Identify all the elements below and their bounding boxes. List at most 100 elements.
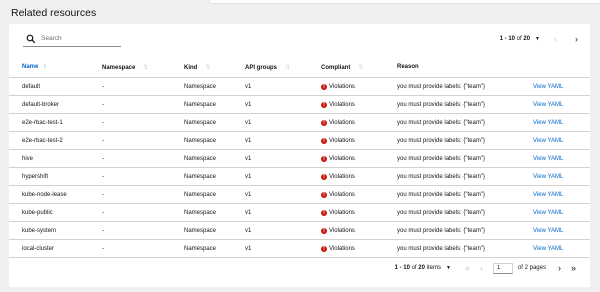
- pagination-toggle[interactable]: 1 - 10 of 20: [500, 36, 530, 42]
- pagination-items-label: items: [426, 265, 441, 271]
- cell-namespace: -: [89, 239, 171, 258]
- view-yaml-link[interactable]: View YAML: [533, 210, 563, 216]
- cell-compliant: ! Violations: [308, 149, 384, 168]
- cell-name: kube-public: [9, 203, 89, 222]
- last-page-button[interactable]: »: [571, 263, 576, 273]
- first-page-button[interactable]: «: [465, 263, 470, 273]
- arrow-up-icon: ↑: [43, 64, 47, 70]
- cell-api-groups: v1: [232, 77, 308, 96]
- view-yaml-link[interactable]: View YAML: [533, 102, 563, 108]
- view-yaml-link[interactable]: View YAML: [533, 192, 563, 198]
- column-header-api-groups[interactable]: API groups ⇅: [232, 57, 308, 78]
- exclamation-circle-icon: !: [321, 191, 327, 198]
- view-yaml-link[interactable]: View YAML: [533, 138, 563, 144]
- cell-kind: Namespace: [171, 149, 232, 168]
- status-badge: ! Violations: [321, 137, 355, 144]
- previous-page-button[interactable]: ‹: [480, 263, 483, 273]
- cell-api-groups: v1: [232, 113, 308, 132]
- column-label-name: Name: [22, 64, 39, 70]
- cell-name: default: [9, 77, 89, 96]
- exclamation-circle-icon: !: [321, 155, 327, 162]
- column-label-kind: Kind: [184, 64, 198, 71]
- cell-compliant: ! Violations: [308, 185, 384, 204]
- status-label: Violations: [329, 119, 355, 126]
- cell-action: View YAML: [520, 113, 590, 132]
- table-header-row: Name ↑ Namespace ⇅ Kind ⇅ API groups ⇅ Compl…: [9, 57, 590, 78]
- cell-name: hive: [9, 149, 89, 168]
- status-label: Violations: [329, 227, 355, 234]
- cell-name: default-broker: [9, 95, 89, 114]
- column-header-name[interactable]: Name ↑: [9, 57, 89, 78]
- resources-card: 1 - 10 of 20 ▼ ‹ › Name ↑ Namespace ⇅ Kind…: [9, 24, 590, 287]
- view-yaml-link[interactable]: View YAML: [533, 84, 563, 90]
- view-yaml-link[interactable]: View YAML: [533, 174, 563, 180]
- sort-icon: ⇅: [143, 64, 149, 71]
- cell-api-groups: v1: [232, 167, 308, 186]
- cell-namespace: -: [89, 203, 171, 222]
- cell-namespace: -: [89, 167, 171, 186]
- table-row: e2e-rbac-test-2- Namespace v1! Violations yo…: [9, 131, 590, 150]
- table-row: kube-public - Namespace v1! Violations you mu…: [9, 203, 590, 222]
- search-icon: [26, 34, 36, 44]
- status-badge: ! Violations: [321, 209, 355, 216]
- cell-kind: Namespace: [171, 131, 232, 150]
- column-header-compliant[interactable]: Compliant ⇅: [308, 57, 384, 78]
- cell-compliant: ! Violations: [308, 203, 384, 222]
- cell-name: local-cluster: [9, 239, 89, 258]
- cell-action: View YAML: [520, 203, 590, 222]
- cell-kind: Namespace: [171, 221, 232, 240]
- column-header-namespace[interactable]: Namespace ⇅: [89, 57, 171, 78]
- search-input[interactable]: [41, 35, 111, 42]
- cell-namespace: -: [89, 185, 171, 204]
- sort-icon: ⇅: [285, 64, 291, 71]
- column-label-compliant: Compliant: [321, 64, 351, 71]
- cell-reason: you must provide labels: {"team"}: [384, 113, 520, 132]
- cell-namespace: -: [89, 113, 171, 132]
- view-yaml-link[interactable]: View YAML: [533, 120, 563, 126]
- section-title: Related resources: [11, 7, 97, 19]
- view-yaml-link[interactable]: View YAML: [533, 156, 563, 162]
- page-count: of 2 pages: [517, 265, 546, 271]
- view-yaml-link[interactable]: View YAML: [533, 246, 563, 252]
- status-badge: ! Violations: [321, 83, 355, 90]
- column-header-kind[interactable]: Kind ⇅: [171, 57, 232, 78]
- cell-api-groups: v1: [232, 203, 308, 222]
- cell-namespace: -: [89, 221, 171, 240]
- table-row: default - Namespace v1! Violations you must p…: [9, 77, 590, 96]
- page-number-input[interactable]: [492, 262, 513, 274]
- pagination-bottom-toggle[interactable]: 1 - 10 of 20 items: [395, 265, 441, 271]
- cell-api-groups: v1: [232, 221, 308, 240]
- pagination-total: 20: [523, 36, 531, 42]
- exclamation-circle-icon: !: [321, 101, 327, 108]
- cell-kind: Namespace: [171, 185, 232, 204]
- table-row: hypershift - Namespace v1! Violations you mus…: [9, 167, 590, 186]
- status-label: Violations: [329, 155, 355, 162]
- exclamation-circle-icon: !: [321, 209, 327, 216]
- cell-compliant: ! Violations: [308, 113, 384, 132]
- sort-icon: ⇅: [358, 64, 364, 71]
- cell-compliant: ! Violations: [308, 131, 384, 150]
- caret-down-icon[interactable]: ▼: [535, 36, 540, 42]
- status-badge: ! Violations: [321, 227, 355, 234]
- search-box[interactable]: [23, 31, 121, 47]
- cell-action: View YAML: [520, 149, 590, 168]
- cell-kind: Namespace: [171, 203, 232, 222]
- status-badge: ! Violations: [321, 119, 355, 126]
- view-yaml-link[interactable]: View YAML: [533, 228, 563, 234]
- cell-api-groups: v1: [232, 185, 308, 204]
- cell-kind: Namespace: [171, 113, 232, 132]
- exclamation-circle-icon: !: [321, 137, 327, 144]
- cell-action: View YAML: [520, 167, 590, 186]
- cell-compliant: ! Violations: [308, 239, 384, 258]
- pagination-bottom: 1 - 10 of 20 items ▼ « ‹ of 2 pages › »: [395, 261, 576, 275]
- column-label-namespace: Namespace: [102, 64, 136, 71]
- previous-page-button[interactable]: ‹: [554, 34, 557, 44]
- next-page-button[interactable]: ›: [558, 263, 561, 273]
- sort-icon: ⇅: [205, 64, 211, 71]
- next-page-button[interactable]: ›: [575, 34, 578, 44]
- status-label: Violations: [329, 83, 355, 90]
- caret-down-icon[interactable]: ▼: [446, 265, 451, 271]
- cell-name: e2e-rbac-test-2: [9, 131, 89, 150]
- table-row: kube-system - Namespace v1! Violations you mu…: [9, 221, 590, 240]
- pagination-top: 1 - 10 of 20 ▼ ‹ ›: [500, 33, 578, 45]
